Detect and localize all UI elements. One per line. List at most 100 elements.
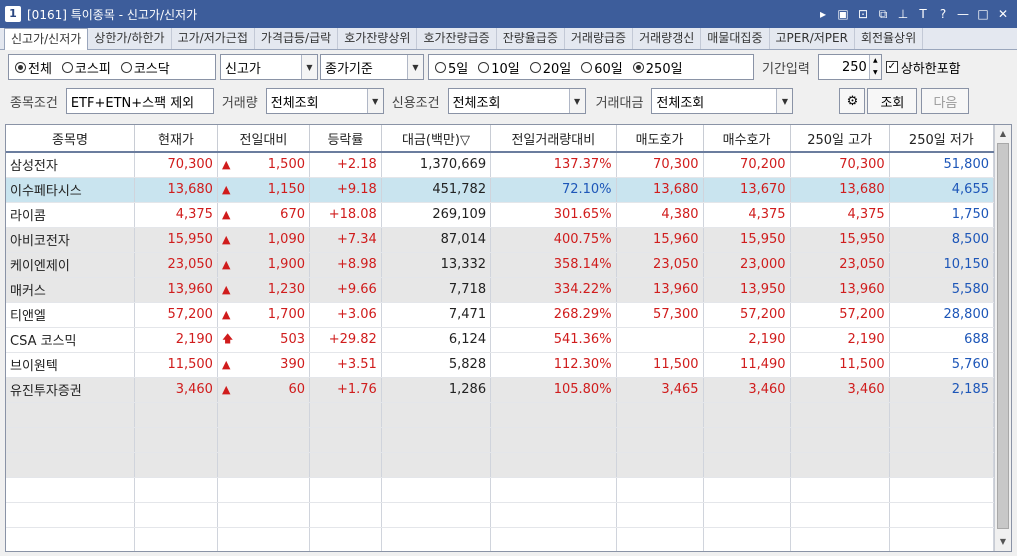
close-icon[interactable]: ✕ [997,7,1009,21]
empty-cell [6,427,135,453]
col-header-price[interactable]: 현재가 [134,125,218,153]
tab-upper-lower-limit[interactable]: 상한가/하한가 [88,28,172,49]
empty-cell [6,502,135,528]
radio-period-20[interactable]: 20일 [529,58,571,77]
high-low-select[interactable]: 신고가 ▼ [220,54,318,80]
scroll-down-icon[interactable]: ▼ [997,535,1009,549]
tab-remain-rate-surge[interactable]: 잔량율급증 [497,28,565,49]
cell-rate: +8.98 [309,252,382,278]
minimize-icon[interactable]: — [957,7,969,21]
col-header-name[interactable]: 종목명 [6,125,135,153]
table-row[interactable]: 케이엔제이 23,050 ▲ 1,900 +8.98 13,332 358.14% 23,05… [6,252,995,278]
empty-cell [703,502,791,528]
scroll-up-icon[interactable]: ▲ [997,127,1009,141]
pin-icon[interactable]: ⊥ [897,7,909,21]
cell-high: 4,375 [790,202,890,228]
radio-dot [581,61,593,73]
empty-cell [217,452,311,478]
font-icon[interactable]: T [917,7,929,21]
cell-rate: +9.66 [309,277,382,303]
vertical-scrollbar[interactable]: ▲ ▼ [994,125,1011,551]
amount-select[interactable]: 전체조회 ▼ [651,88,794,114]
radio-market-kosdaq[interactable]: 코스닥 [120,58,170,77]
cell-ask: 70,300 [616,152,704,178]
cell-high: 2,190 [790,327,890,353]
empty-cell [134,402,218,428]
change-value: 1,230 [267,282,305,297]
settings-button[interactable]: ⚙ [839,88,866,114]
cell-low: 8,500 [889,227,995,253]
tab-order-remain-top[interactable]: 호가잔량상위 [338,28,418,49]
empty-cell [790,527,890,551]
table-row[interactable]: 아비코전자 15,950 ▲ 1,090 +7.34 87,014 400.75% 15,96… [6,227,995,253]
col-header-ask[interactable]: 매도호가 [616,125,704,153]
cell-high: 15,950 [790,227,890,253]
col-header-rate[interactable]: 등락률 [309,125,382,153]
radio-period-250[interactable]: 250일 [632,58,683,77]
empty-cell [309,427,382,453]
cell-bid: 15,950 [703,227,791,253]
empty-cell [134,527,218,551]
col-header-low[interactable]: 250일 저가 [889,125,995,153]
radio-market-all[interactable]: 전체 [15,58,52,77]
table-row[interactable]: 라이콤 4,375 ▲ 670 +18.08 269,109 301.65% 4,380 4,3… [6,202,995,228]
tab-new-high-low[interactable]: 신고가/신저가 [4,28,89,50]
query-button[interactable]: 조회 [867,88,918,114]
cell-ask: 23,050 [616,252,704,278]
empty-cell [381,452,492,478]
col-header-bid[interactable]: 매수호가 [703,125,791,153]
cell-rate: +18.08 [309,202,382,228]
tab-supply-concentration[interactable]: 매물대집중 [701,28,770,49]
basis-select[interactable]: 종가기준 ▼ [320,54,424,80]
copy-window-icon[interactable]: ⧉ [877,7,889,22]
radio-period-10[interactable]: 10일 [478,58,520,77]
col-header-change[interactable]: 전일대비 [217,125,311,153]
radio-market-kospi[interactable]: 코스피 [61,58,111,77]
volume-select[interactable]: 전체조회 ▼ [265,88,384,114]
scroll-thumb[interactable] [997,143,1009,529]
cell-amount: 1,286 [381,377,492,403]
col-header-volume-ratio[interactable]: 전일거래량대비 [490,125,617,153]
window-controls: ▸ ▣ ⊡ ⧉ ⊥ T ? — □ ✕ [817,7,1017,22]
cell-rate: +9.18 [309,177,382,203]
screen-icon[interactable]: ▣ [837,7,849,21]
empty-cell [616,477,704,503]
tab-price-surge[interactable]: 가격급등/급락 [255,28,339,49]
radio-period-5[interactable]: 5일 [435,58,468,77]
tab-turnover-top[interactable]: 회전율상위 [855,28,924,49]
cell-change: ▲ 670 [217,202,311,228]
empty-cell [790,477,890,503]
credit-select[interactable]: 전체조회 ▼ [447,88,586,114]
link-icon[interactable]: ⊡ [857,7,869,21]
cell-volume-ratio: 334.22% [490,277,617,303]
spinner-arrows-icon[interactable]: ▲ ▼ [868,55,881,79]
radio-dot [61,61,73,73]
tab-near-high-low[interactable]: 고가/저가근접 [172,28,255,49]
period-input[interactable]: 250 ▲ ▼ [817,54,882,80]
table-row[interactable]: CSA 코스믹 2,190 🡅 503 +29.82 6,124 541.36% 2,190 2… [6,327,995,353]
next-button[interactable]: 다음 [921,88,970,114]
tab-volume-renewal[interactable]: 거래량갱신 [633,28,702,49]
cell-amount: 269,109 [381,202,492,228]
col-header-amount[interactable]: 대금(백만)▽ [381,125,492,153]
maximize-icon[interactable]: □ [977,7,989,21]
tab-order-remain-surge[interactable]: 호가잔량급증 [417,28,497,49]
include-limit-checkbox[interactable]: ✓ 상하한포함 [885,58,961,77]
stock-condition-field[interactable]: ETF+ETN+스팩 제외 [65,88,214,114]
tab-volume-surge[interactable]: 거래량급증 [565,28,634,49]
expand-arrow-icon[interactable]: ▸ [817,7,829,21]
tab-per[interactable]: 고PER/저PER [770,28,855,49]
table-row[interactable]: 이수페타시스 13,680 ▲ 1,150 +9.18 451,782 72.10% 13,6… [6,177,995,203]
table-row[interactable]: 브이원텍 11,500 ▲ 390 +3.51 5,828 112.30% 11,500 11,… [6,352,995,378]
table-row[interactable]: 매커스 13,960 ▲ 1,230 +9.66 7,718 334.22% 13,960 13… [6,277,995,303]
help-icon[interactable]: ? [937,7,949,21]
col-header-high[interactable]: 250일 고가 [790,125,890,153]
table-row[interactable]: 티앤엘 57,200 ▲ 1,700 +3.06 7,471 268.29% 57,300 57… [6,302,995,328]
cell-low: 10,150 [889,252,995,278]
empty-cell [790,427,890,453]
table-row[interactable]: 유진투자증권 3,460 ▲ 60 +1.76 1,286 105.80% 3,465 3,46… [6,377,995,403]
empty-cell [490,452,617,478]
table-row[interactable]: 삼성전자 70,300 ▲ 1,500 +2.18 1,370,669 137.37% 70,… [6,152,995,178]
radio-period-60[interactable]: 60일 [581,58,623,77]
radio-dot [15,61,26,73]
